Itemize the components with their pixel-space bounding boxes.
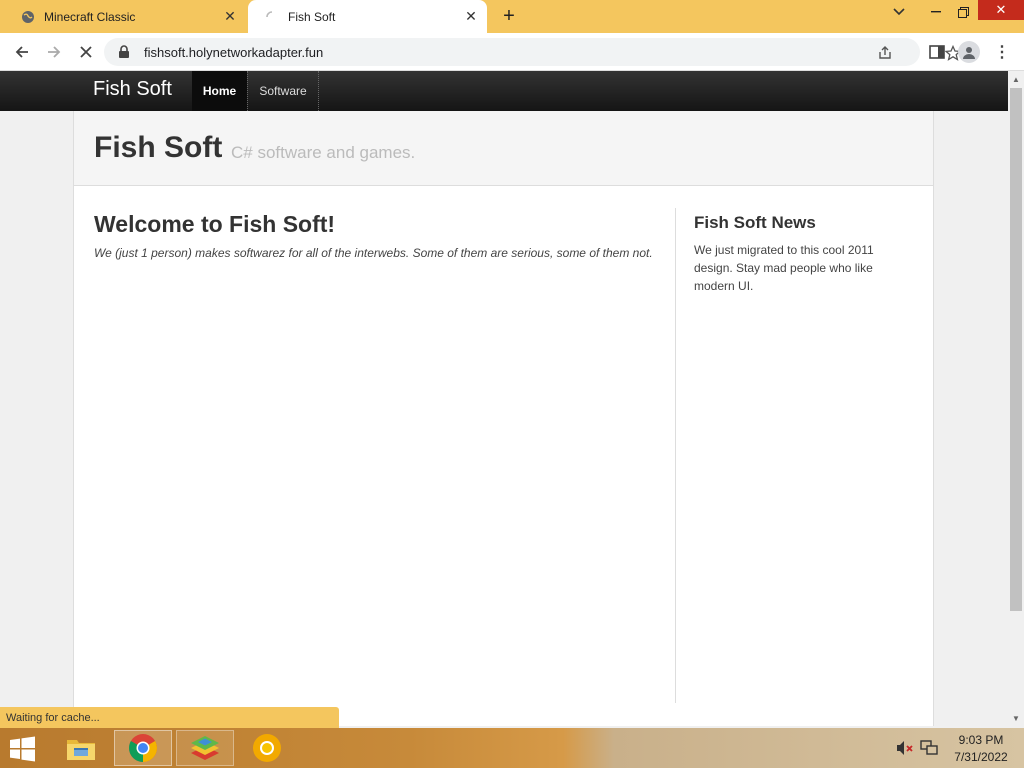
more-menu-icon[interactable]: ⋮ [994, 41, 1010, 63]
welcome-heading: Welcome to Fish Soft! [94, 211, 336, 237]
news-text: We just migrated to this cool 2011 desig… [694, 243, 874, 293]
intro-text: We (just 1 person) makes softwarez for a… [94, 246, 653, 260]
clock-date: 7/31/2022 [954, 750, 1008, 764]
hero-title: Fish Soft [94, 131, 223, 164]
share-icon[interactable] [876, 44, 894, 62]
url-text: fishsoft.holynetworkadapter.fun [144, 44, 324, 60]
site-brand[interactable]: Fish Soft [93, 78, 172, 101]
globe-icon [20, 9, 36, 25]
close-tab-icon[interactable]: ✕ [463, 8, 479, 25]
tab-title: Minecraft Classic [44, 9, 136, 24]
close-window-button[interactable]: ✕ [978, 0, 1024, 20]
address-bar[interactable]: fishsoft.holynetworkadapter.fun [104, 38, 961, 66]
minimize-button[interactable] [922, 0, 950, 24]
side-panel-icon[interactable] [926, 42, 948, 62]
content-container: Fish Soft C# software and games. Welcome… [73, 111, 934, 726]
file-explorer-icon[interactable] [52, 730, 110, 766]
back-button[interactable] [10, 40, 34, 64]
site-navbar: Fish Soft Home Software [0, 71, 1008, 111]
restore-button[interactable] [950, 0, 976, 24]
forward-button[interactable] [42, 40, 66, 64]
profile-avatar-icon[interactable] [958, 41, 980, 63]
tab-search-chevron-icon[interactable] [886, 0, 912, 24]
new-tab-button[interactable]: + [499, 5, 519, 27]
scroll-down-arrow-icon[interactable]: ▼ [1008, 710, 1024, 726]
status-bubble: Waiting for cache... [0, 707, 339, 728]
nav-software-link[interactable]: Software [247, 71, 319, 111]
loading-spinner-icon [264, 9, 280, 25]
chrome-icon[interactable] [114, 730, 172, 766]
network-icon[interactable] [920, 740, 938, 756]
page-scrollbar[interactable]: ▲ ▼ [1008, 71, 1024, 726]
system-clock[interactable]: 9:03 PM 7/31/2022 [950, 732, 1012, 766]
close-tab-icon[interactable]: ✕ [222, 8, 238, 25]
hero-unit: Fish Soft C# software and games. [74, 111, 933, 186]
browser-toolbar: fishsoft.holynetworkadapter.fun ⋮ [0, 33, 1024, 71]
tab-title: Fish Soft [288, 9, 336, 24]
chrome-canary-icon[interactable] [238, 730, 296, 766]
volume-muted-icon[interactable] [896, 740, 914, 756]
windows-start-icon[interactable] [8, 736, 38, 762]
main-column: Welcome to Fish Soft! We (just 1 person)… [94, 211, 674, 262]
stop-loading-button[interactable] [74, 40, 98, 64]
bluestacks-icon[interactable] [176, 730, 234, 766]
hero-subtitle: C# software and games. [231, 143, 416, 162]
clock-time: 9:03 PM [958, 733, 1004, 747]
tab-minecraft-classic[interactable]: Minecraft Classic ✕ [0, 0, 246, 33]
nav-home-link[interactable]: Home [192, 71, 247, 111]
sidebar-column: Fish Soft News We just migrated to this … [694, 213, 904, 295]
windows-taskbar: 9:03 PM 7/31/2022 [0, 728, 1024, 768]
page-viewport: Fish Soft Home Software Fish Soft C# sof… [0, 71, 1008, 726]
scroll-up-arrow-icon[interactable]: ▲ [1008, 71, 1024, 87]
lock-icon[interactable] [118, 44, 134, 60]
scrollbar-thumb[interactable] [1010, 88, 1022, 611]
column-divider [675, 208, 676, 703]
news-heading: Fish Soft News [694, 213, 816, 232]
tab-strip: Minecraft Classic ✕ Fish Soft ✕ + ✕ [0, 0, 1024, 33]
tab-fish-soft[interactable]: Fish Soft ✕ [248, 0, 487, 33]
